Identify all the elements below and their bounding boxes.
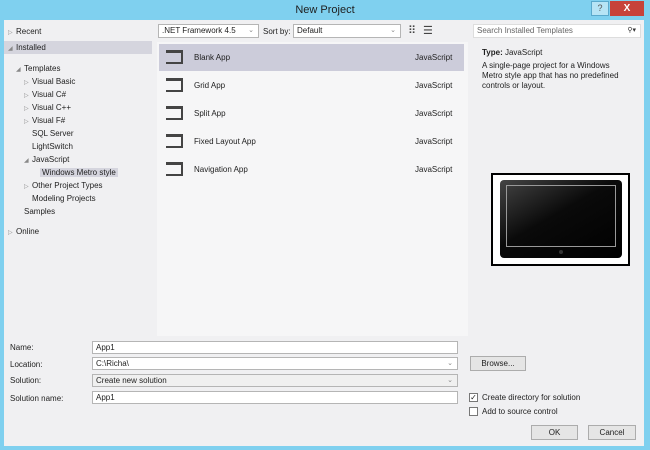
chevron-down-icon: ⌄ <box>447 360 453 367</box>
location-label: Location: <box>10 360 43 369</box>
tree-item[interactable]: Windows Metro style <box>4 166 152 179</box>
list-view-icon[interactable]: ☰ <box>423 24 433 37</box>
template-language: JavaScript <box>415 109 453 118</box>
tree-item[interactable]: ◢ JavaScript <box>4 153 152 166</box>
template-name: Fixed Layout App <box>194 137 256 146</box>
source-control-checkbox[interactable] <box>469 407 478 416</box>
solution-select[interactable]: Create new solution ⌄ <box>92 374 458 387</box>
search-input[interactable]: Search Installed Templates ⚲▾ <box>473 24 641 38</box>
tree-item-label: JavaScript <box>32 155 70 164</box>
framework-value: .NET Framework 4.5 <box>162 26 236 35</box>
tree-item-label: SQL Server <box>32 129 74 138</box>
template-row[interactable]: Blank App JavaScript <box>159 44 464 71</box>
template-tree: ▷ Recent ◢ Installed ◢ Templates ▷ Visual Basic… <box>4 20 152 336</box>
search-placeholder: Search Installed Templates <box>477 26 573 35</box>
sort-label: Sort by: <box>263 27 291 36</box>
template-icon <box>166 162 183 176</box>
name-input[interactable]: App1 <box>92 341 458 354</box>
type-label: Type: <box>482 48 503 57</box>
tree-item-label: Visual F# <box>32 116 66 125</box>
expand-arrow-icon[interactable]: ▷ <box>8 27 16 40</box>
ok-button[interactable]: OK <box>531 425 578 440</box>
template-language: JavaScript <box>415 165 453 174</box>
tree-item[interactable]: ▷ Online <box>4 225 152 238</box>
framework-select[interactable]: .NET Framework 4.5 ⌄ <box>158 24 259 38</box>
template-icon <box>166 134 183 148</box>
name-label: Name: <box>10 343 34 352</box>
tree-item[interactable]: Modeling Projects <box>4 192 152 205</box>
tree-item-label: Windows Metro style <box>40 168 118 177</box>
tree-item[interactable]: ◢ Templates <box>4 62 152 75</box>
tree-item-label: Modeling Projects <box>32 194 96 203</box>
solution-label: Solution: <box>10 376 42 385</box>
type-value: JavaScript <box>504 48 543 57</box>
tree-item[interactable]: SQL Server <box>4 127 152 140</box>
template-description: A single-page project for a Windows Metr… <box>482 61 619 90</box>
chevron-down-icon: ⌄ <box>390 27 396 34</box>
template-language: JavaScript <box>415 53 453 62</box>
tree-item-label: Samples <box>24 207 56 216</box>
tree-item[interactable]: LightSwitch <box>4 140 152 153</box>
tree-item-label: Visual C# <box>32 90 67 99</box>
solution-name-input[interactable]: App1 <box>92 391 458 404</box>
cancel-button[interactable]: Cancel <box>588 425 636 440</box>
expand-arrow-icon[interactable]: ◢ <box>8 43 16 56</box>
tree-item-label: Installed <box>16 43 46 52</box>
template-icon <box>166 78 183 92</box>
template-row[interactable]: Split App JavaScript <box>159 100 464 127</box>
create-directory-checkbox[interactable]: ✓ <box>469 393 478 402</box>
window-title: New Project <box>295 4 355 16</box>
chevron-down-icon: ⌄ <box>447 377 453 384</box>
tree-item[interactable]: ◢ Installed <box>4 41 152 54</box>
expand-arrow-icon[interactable]: ▷ <box>8 227 16 240</box>
tree-item[interactable]: ▷ Other Project Types <box>4 179 152 192</box>
medium-icons-view-icon[interactable]: ⠿ <box>408 24 416 37</box>
tree-item-label: Visual Basic <box>32 77 76 86</box>
tree-item[interactable]: ▷ Visual C# <box>4 88 152 101</box>
tree-item-label: Visual C++ <box>32 103 71 112</box>
sort-select[interactable]: Default ⌄ <box>293 24 401 38</box>
tree-item-label: Other Project Types <box>32 181 103 190</box>
solution-name-label: Solution name: <box>10 394 64 403</box>
template-row[interactable]: Grid App JavaScript <box>159 72 464 99</box>
tree-item[interactable]: ▷ Visual F# <box>4 114 152 127</box>
tablet-preview-image <box>491 173 630 266</box>
sort-value: Default <box>297 26 323 35</box>
location-value: C:\Richa\ <box>96 359 129 368</box>
tree-item-label: Templates <box>24 64 61 73</box>
template-name: Navigation App <box>194 165 248 174</box>
close-button[interactable]: X <box>610 1 644 16</box>
chevron-down-icon: ⌄ <box>248 27 254 34</box>
tree-item-label: LightSwitch <box>32 142 73 151</box>
template-row[interactable]: Navigation App JavaScript <box>159 156 464 183</box>
solution-value: Create new solution <box>96 376 167 385</box>
tree-item-label: Online <box>16 227 40 236</box>
tree-item[interactable]: Samples <box>4 205 152 218</box>
tree-item[interactable]: ▷ Visual C++ <box>4 101 152 114</box>
create-directory-label: Create directory for solution <box>482 393 581 402</box>
template-name: Grid App <box>194 81 226 90</box>
details-pane: Type: JavaScript A single-page project f… <box>472 42 643 336</box>
tree-item[interactable]: ▷ Recent <box>4 25 152 38</box>
template-name: Split App <box>194 109 226 118</box>
template-language: JavaScript <box>415 137 453 146</box>
browse-button[interactable]: Browse... <box>470 356 526 371</box>
help-button[interactable]: ? <box>591 1 609 16</box>
tree-item-label: Recent <box>16 27 42 36</box>
tree-item[interactable]: ▷ Visual Basic <box>4 75 152 88</box>
template-name: Blank App <box>194 53 231 62</box>
search-icon[interactable]: ⚲▾ <box>627 25 636 37</box>
template-list: Blank App JavaScript Grid App JavaScript Spl… <box>157 42 468 336</box>
template-icon <box>166 106 183 120</box>
location-input[interactable]: C:\Richa\ ⌄ <box>92 357 458 370</box>
source-control-label: Add to source control <box>482 407 558 416</box>
template-icon <box>166 50 183 64</box>
template-row[interactable]: Fixed Layout App JavaScript <box>159 128 464 155</box>
template-language: JavaScript <box>415 81 453 90</box>
